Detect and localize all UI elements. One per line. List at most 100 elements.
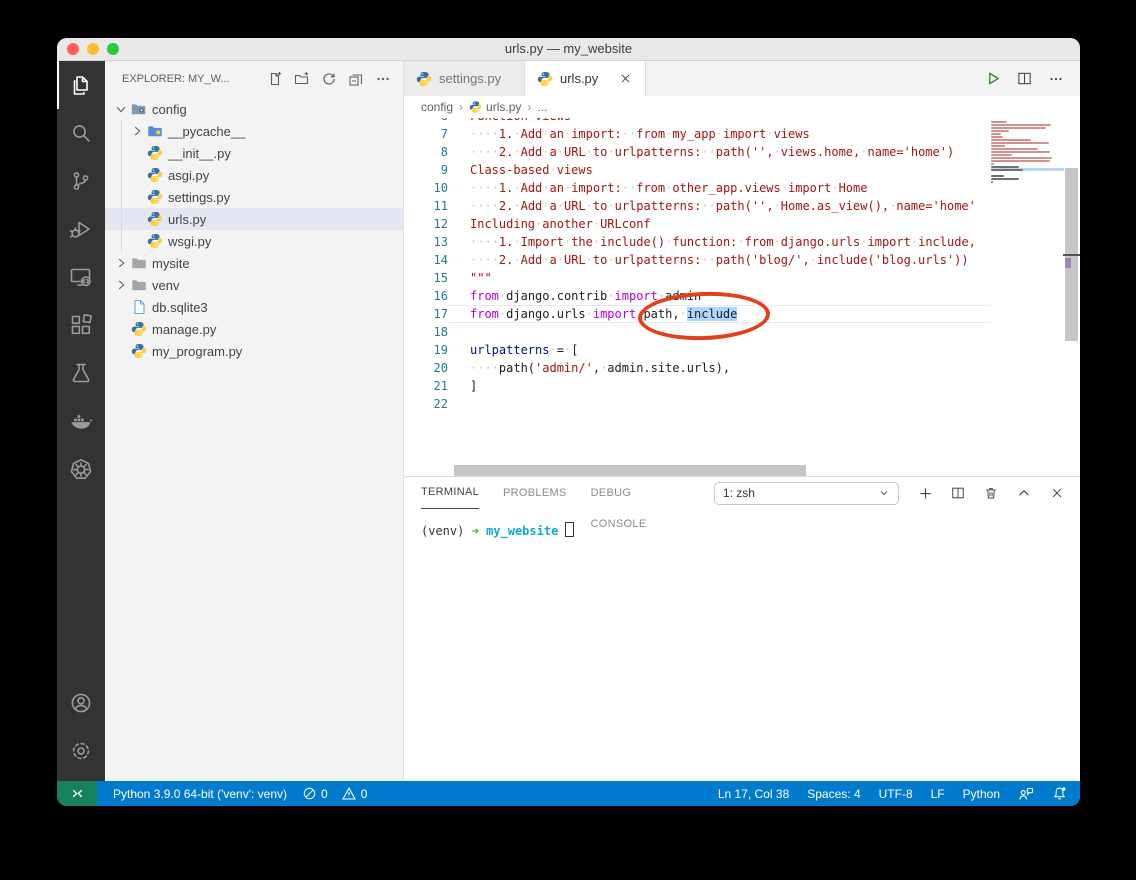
minimize-window-button[interactable] — [87, 43, 99, 55]
tree-item-manage-py[interactable]: manage.py — [105, 318, 403, 340]
notifications-bell-icon[interactable] — [1052, 786, 1067, 801]
test-beaker-icon — [69, 361, 93, 385]
tree-item-settings-py[interactable]: settings.py — [105, 186, 403, 208]
activity-item-remote-explorer[interactable] — [57, 253, 105, 301]
code-segment: Function·views — [470, 118, 571, 123]
breadcrumb-urls-py[interactable]: urls.py — [469, 99, 521, 115]
tree-item-my-program-py[interactable]: my_program.py — [105, 340, 403, 362]
activity-item-docker[interactable] — [57, 397, 105, 445]
line-number: 11 — [433, 199, 448, 213]
feedback-icon[interactable] — [1018, 787, 1034, 801]
activity-item-search[interactable] — [57, 109, 105, 157]
code-line-22[interactable]: 22 — [404, 395, 991, 413]
tree-item-label: config — [152, 101, 187, 117]
refresh-icon[interactable] — [319, 69, 339, 89]
tree-item-label: urls.py — [168, 211, 207, 227]
zoom-window-button[interactable] — [107, 43, 119, 55]
tab-terminal[interactable]: TERMINAL — [421, 477, 480, 509]
split-editor-icon[interactable] — [1017, 71, 1032, 86]
code-line-9[interactable]: 9 Class-based·views — [404, 161, 991, 179]
new-terminal-icon[interactable] — [916, 484, 934, 502]
minimap[interactable] — [991, 120, 1064, 186]
breadcrumb-config[interactable]: config — [421, 100, 453, 114]
close-tab-icon[interactable] — [617, 71, 633, 87]
new-folder-icon[interactable] — [292, 69, 312, 89]
tab-settings-py[interactable]: settings.py — [404, 61, 525, 96]
language-mode-status[interactable]: Python — [963, 787, 1000, 801]
remote-indicator[interactable] — [57, 781, 97, 806]
tree-item-db-sqlite3[interactable]: db.sqlite3 — [105, 296, 403, 318]
code-editor[interactable]: 6 Function·views 7 ····1.·Add·an·import:··f… — [404, 118, 1080, 476]
code-segment: ·=·[ — [549, 343, 579, 357]
breadcrumb-symbol[interactable]: ... — [537, 100, 547, 114]
tree-item-asgi-py[interactable]: asgi.py — [105, 164, 403, 186]
new-file-icon[interactable] — [265, 69, 285, 89]
code-line-20[interactable]: 20 ····path('admin/',·admin.site.urls), — [404, 359, 991, 377]
tree-item-config[interactable]: config — [105, 98, 403, 120]
code-line-13[interactable]: 13 ····1.·Import·the·include()·function:·… — [404, 233, 991, 251]
activity-item-explorer[interactable] — [57, 61, 105, 109]
folder-icon — [130, 255, 147, 271]
tree-item-urls-py[interactable]: urls.py — [105, 208, 403, 230]
tab-urls-py[interactable]: urls.py — [525, 61, 647, 96]
overview-ruler-selection-marker — [1065, 258, 1071, 268]
cursor-position-status[interactable]: Ln 17, Col 38 — [718, 787, 789, 801]
encoding-status[interactable]: UTF-8 — [879, 787, 913, 801]
activity-item-accounts[interactable] — [57, 679, 105, 727]
code-line-10[interactable]: 10 ····1.·Add·an·import:··from·other_app.… — [404, 179, 991, 197]
account-icon — [69, 691, 93, 715]
indentation-status[interactable]: Spaces: 4 — [807, 787, 860, 801]
code-line-15[interactable]: 15 """ — [404, 269, 991, 287]
code-line-6[interactable]: 6 Function·views — [404, 118, 991, 125]
code-line-21[interactable]: 21] — [404, 377, 991, 395]
code-line-17[interactable]: 17 from·django.urls·import·path,·include — [404, 305, 991, 323]
code-line-8[interactable]: 8 ····2.·Add·a·URL·to·urlpatterns:··path(… — [404, 143, 991, 161]
more-editor-actions-icon[interactable] — [1048, 71, 1064, 87]
activity-item-kubernetes[interactable] — [57, 445, 105, 493]
tab-problems[interactable]: PROBLEMS — [503, 478, 567, 509]
terminal-output[interactable]: (venv) ➜ my_website — [404, 509, 1080, 781]
terminal-shell-dropdown[interactable]: 1: zsh — [713, 481, 899, 505]
vertical-scrollbar[interactable] — [1063, 118, 1080, 476]
kill-terminal-trash-icon[interactable] — [982, 484, 1000, 502]
code-line-12[interactable]: 12 Including·another·URLconf — [404, 215, 991, 233]
code-line-14[interactable]: 14 ····2.·Add·a·URL·to·urlpatterns:··path… — [404, 251, 991, 269]
run-debug-icon — [69, 217, 93, 241]
activity-item-settings[interactable] — [57, 727, 105, 775]
python-icon — [146, 233, 163, 249]
tree-item-venv[interactable]: venv — [105, 274, 403, 296]
eol-status[interactable]: LF — [931, 787, 945, 801]
code-line-11[interactable]: 11 ····2.·Add·a·URL·to·urlpatterns:··path… — [404, 197, 991, 215]
close-window-button[interactable] — [67, 43, 79, 55]
kubernetes-icon — [69, 457, 93, 481]
tree-item--pycache-[interactable]: __pycache__ — [105, 120, 403, 142]
code-line-18[interactable]: 18 — [404, 323, 991, 341]
code-line-16[interactable]: 16 from·django.contrib·import·admin — [404, 287, 991, 305]
code-line-19[interactable]: 19 urlpatterns·=·[ — [404, 341, 991, 359]
close-panel-icon[interactable] — [1048, 484, 1066, 502]
python-icon — [416, 71, 432, 87]
horizontal-scrollbar[interactable] — [454, 465, 806, 476]
tree-item--init-py[interactable]: __init__.py — [105, 142, 403, 164]
activity-item-extensions[interactable] — [57, 301, 105, 349]
tree-item-wsgi-py[interactable]: wsgi.py — [105, 230, 403, 252]
activity-item-source-control[interactable] — [57, 157, 105, 205]
tree-item-label: venv — [152, 277, 180, 293]
split-terminal-icon[interactable] — [949, 484, 967, 502]
tree-item-mysite[interactable]: mysite — [105, 252, 403, 274]
python-interpreter-status[interactable]: Python 3.9.0 64-bit ('venv': venv) — [113, 787, 287, 801]
code-lines: 6 Function·views 7 ····1.·Add·an·import:··f… — [404, 118, 991, 413]
activity-item-testing[interactable] — [57, 349, 105, 397]
activity-item-run-debug[interactable] — [57, 205, 105, 253]
more-actions-icon[interactable] — [373, 69, 393, 89]
run-python-file-icon[interactable] — [986, 71, 1001, 86]
tab-debug-console[interactable]: DEBUG CONSOLE — [591, 478, 690, 530]
collapse-folders-icon[interactable] — [346, 69, 366, 89]
maximize-panel-icon[interactable] — [1015, 484, 1033, 502]
code-line-7[interactable]: 7 ····1.·Add·an·import:··from·my_app·impo… — [404, 125, 991, 143]
explorer-header: EXPLORER: MY_W... — [105, 61, 403, 96]
problems-status[interactable]: 0 0 — [303, 787, 367, 801]
